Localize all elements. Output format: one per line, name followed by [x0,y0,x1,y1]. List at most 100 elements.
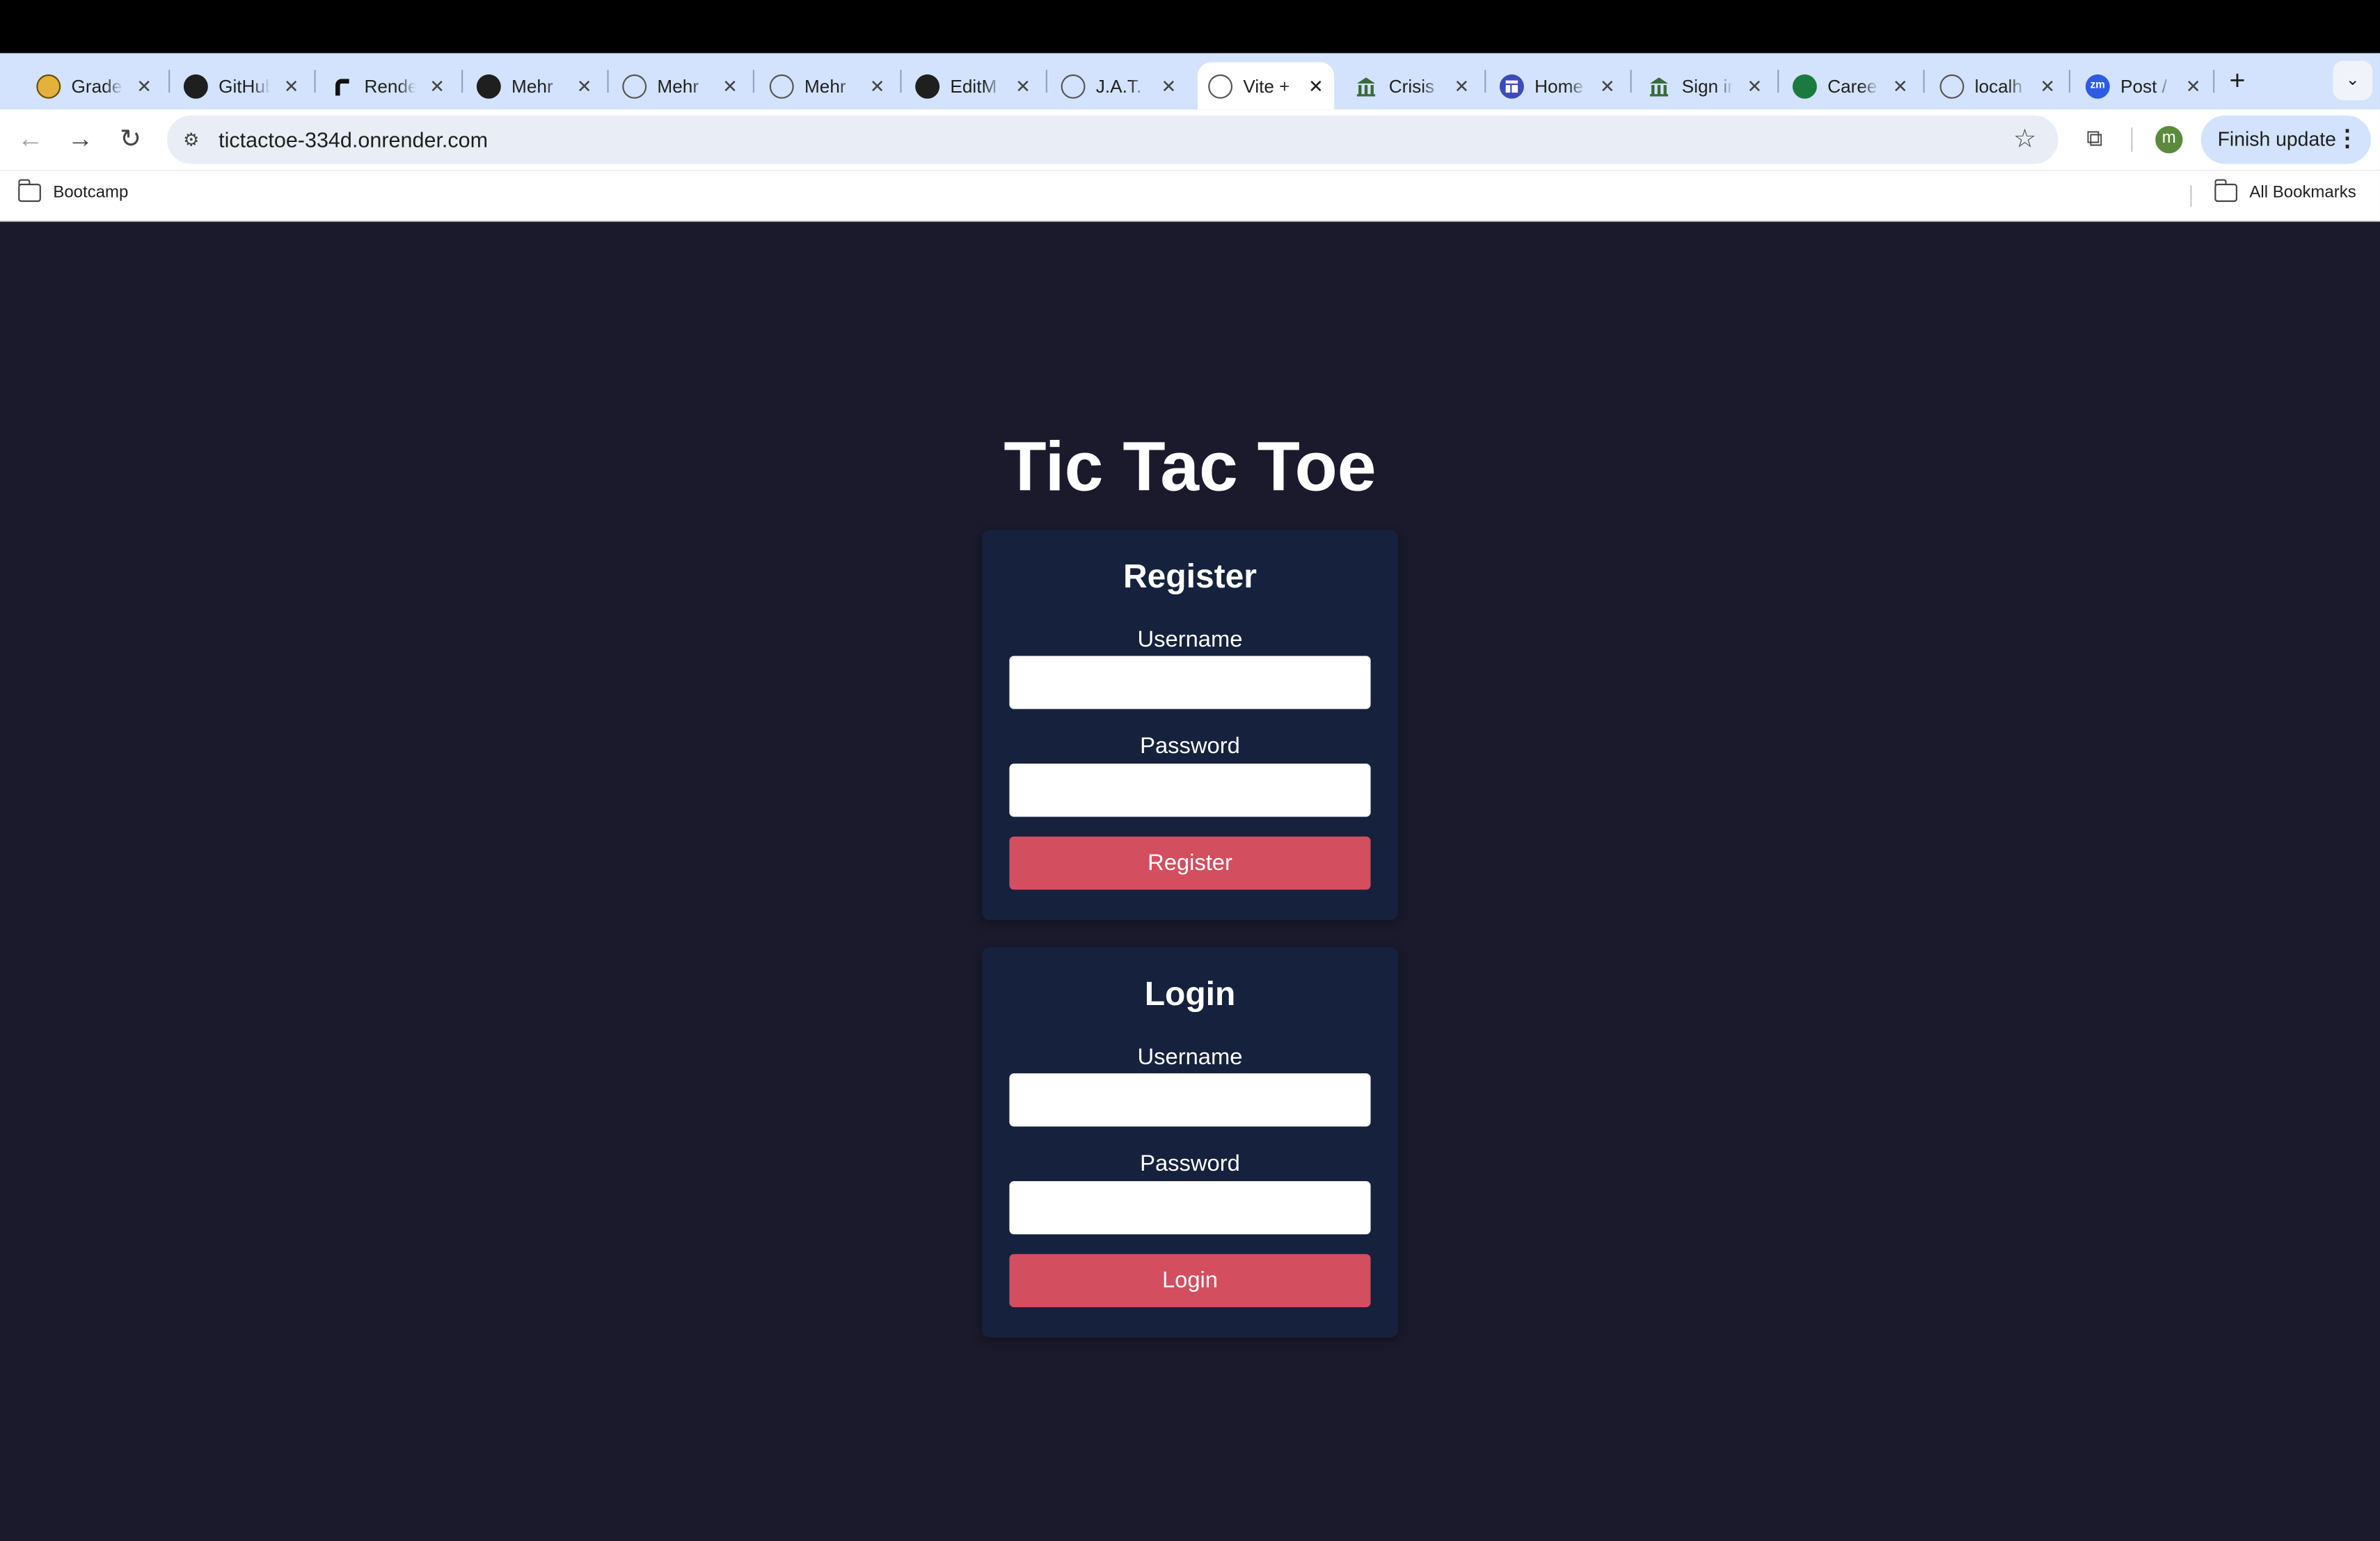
close-icon[interactable]: ✕ [1011,74,1036,98]
tab-title: Crisis [1388,74,1435,97]
login-password-input[interactable] [1009,1181,1371,1235]
tab-github[interactable]: GitHub ✕ [183,62,310,109]
tab-mehr-2[interactable]: Mehr ✕ [769,62,896,109]
close-icon[interactable]: ✕ [1450,74,1474,98]
register-username-input[interactable] [1009,656,1371,709]
folder-icon [2214,179,2237,203]
tab-separator [2213,70,2215,93]
back-icon[interactable]: ← [14,123,47,157]
finish-update-button[interactable]: Finish update ⋮ [2200,115,2371,164]
tab-title: Render [364,74,415,97]
bookmark-label: All Bookmarks [2249,183,2356,203]
tab-mehr-1[interactable]: Mehr ✕ [622,62,748,109]
bookmark-label: Bootcamp [53,183,129,203]
building-icon [1354,74,1379,98]
login-button[interactable]: Login [1009,1254,1371,1308]
close-icon[interactable]: ✕ [1304,74,1328,98]
edit-icon [915,73,940,98]
profile-avatar[interactable]: m [2155,126,2183,154]
globe-icon [622,73,647,98]
tab-jat[interactable]: J.A.T. ✕ [1061,62,1187,109]
globe-icon [1061,73,1086,98]
tab-separator [461,70,463,93]
tab-separator [1484,70,1486,93]
close-icon[interactable]: ✕ [132,74,157,98]
tab-career[interactable]: Caree ✕ [1792,62,1919,109]
new-tab-icon[interactable]: + [2222,65,2253,96]
register-password-label: Password [1140,733,1240,759]
tab-title: Sign in [1681,74,1734,97]
tab-title: J.A.T. [1095,74,1142,97]
globe-icon [1939,73,1965,98]
tab-home[interactable]: Home ✕ [1499,62,1626,109]
site-settings-icon[interactable]: ⚙ [179,127,203,152]
close-icon[interactable]: ✕ [718,74,743,98]
close-icon[interactable]: ✕ [865,74,889,98]
tab-title: Mehr [657,74,699,97]
tab-title: Vite + [1243,74,1290,97]
register-card: Register Username Password Register [982,530,1398,920]
home-icon [1499,73,1524,98]
tab-separator [900,70,902,93]
all-bookmarks-folder[interactable]: All Bookmarks [2214,179,2356,203]
login-password-label: Password [1140,1151,1240,1177]
tab-separator [2068,70,2071,93]
reload-icon[interactable]: ↻ [114,123,148,157]
tab-separator [1923,70,1925,93]
extensions-icon[interactable]: ⧉ [2079,125,2110,155]
gradescope-icon [36,73,61,98]
finish-update-label: Finish update [2217,127,2336,150]
bookmarks-divider [2190,185,2192,207]
address-bar[interactable]: ⚙ tictactoe-334d.onrender.com ☆ [166,115,2058,164]
render-icon [329,74,354,98]
tab-localhost[interactable]: localh ✕ [1939,62,2065,109]
close-icon[interactable]: ✕ [2181,74,2205,98]
login-username-input[interactable] [1009,1073,1371,1127]
tab-search-icon[interactable]: ⌄ [2333,61,2373,100]
bookmark-star-icon[interactable]: ☆ [2010,125,2040,155]
bookmark-folder-bootcamp[interactable]: Bootcamp [17,179,129,203]
tab-render[interactable]: Render ✕ [329,62,455,109]
login-heading: Login [1144,974,1236,1013]
tab-separator [314,70,316,93]
register-username-label: Username [1137,626,1243,653]
url-text[interactable]: tictactoe-334d.onrender.com [219,127,488,152]
close-icon[interactable]: ✕ [1595,74,1619,98]
career-icon [1792,73,1817,98]
tab-title: localh [1974,74,2023,97]
close-icon[interactable]: ✕ [1157,74,1181,98]
building-icon [1647,74,1672,98]
close-icon[interactable]: ✕ [1743,74,1767,98]
register-button[interactable]: Register [1009,836,1371,890]
close-icon[interactable]: ✕ [425,74,450,98]
tab-mehr-github[interactable]: Mehr ✕ [476,62,603,109]
zoom-icon: zm [2085,73,2110,98]
bookmarks-bar: Bootcamp All Bookmarks [0,170,2380,222]
close-icon[interactable]: ✕ [2036,74,2060,98]
tab-separator [168,70,170,93]
tab-post[interactable]: zm Post / ✕ [2085,62,2212,109]
register-password-input[interactable] [1009,764,1371,817]
tab-title: Mehr [511,74,553,97]
tab-editm[interactable]: EditM ✕ [915,62,1041,109]
tab-separator [1045,70,1047,93]
close-icon[interactable]: ✕ [1888,74,1912,98]
tab-title: Home [1534,74,1583,97]
tab-grade[interactable]: Grade ✕ [36,62,162,109]
top-black-bar [0,0,2380,54]
globe-icon [769,73,794,98]
tab-title: EditM [950,74,997,97]
tab-vite-active[interactable]: Vite + ✕ [1197,62,1335,110]
page-content: Tic Tac Toe Register Username Password R… [0,221,2380,1541]
close-icon[interactable]: ✕ [279,74,303,98]
tab-sign-in[interactable]: Sign in ✕ [1647,62,1773,109]
close-icon[interactable]: ✕ [572,74,596,98]
tab-separator [752,70,755,93]
register-heading: Register [1122,557,1258,596]
globe-icon [1208,73,1233,98]
tab-separator [607,70,609,93]
tab-crisis[interactable]: Crisis ✕ [1354,62,1480,109]
forward-icon[interactable]: → [64,123,97,157]
browser-toolbar: ← → ↻ ⚙ tictactoe-334d.onrender.com ☆ ⧉ … [0,109,2380,171]
page-title: Tic Tac Toe [1003,426,1377,506]
